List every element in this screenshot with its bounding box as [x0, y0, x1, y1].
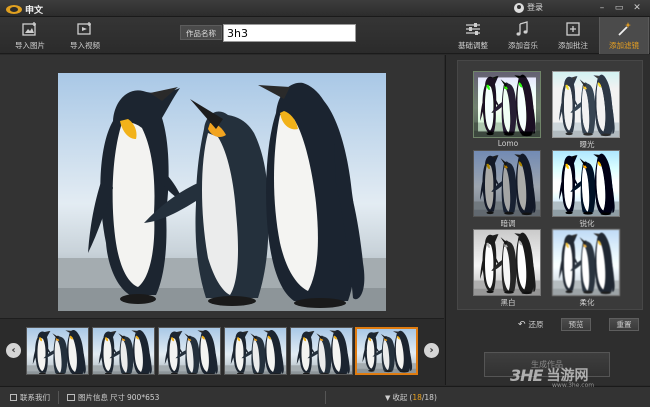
- collapse-label: 收起: [392, 393, 408, 402]
- image-info: 图片信息 尺寸 900*653: [67, 392, 159, 403]
- filter-label: 柔化: [579, 298, 595, 307]
- import-video-button[interactable]: 导入视频: [60, 17, 110, 54]
- tab-basic-adjust[interactable]: 基础调整: [448, 17, 498, 54]
- contact-label: 联系我们: [20, 393, 50, 402]
- app-logo: 申文: [6, 3, 43, 16]
- contact-us-link[interactable]: 联系我们: [10, 392, 50, 403]
- reset-button[interactable]: 重置: [609, 318, 639, 331]
- image-info-label: 图片信息: [78, 393, 108, 402]
- tab-add-music[interactable]: 添加音乐: [498, 17, 548, 54]
- main-photo: [58, 73, 386, 311]
- logo-icon: [6, 5, 22, 14]
- maximize-button[interactable]: ▭: [613, 2, 625, 14]
- filmstrip-thumb[interactable]: [158, 327, 221, 375]
- contact-icon: [10, 394, 17, 401]
- divider: [325, 391, 326, 404]
- import-video-label: 导入视频: [70, 41, 100, 50]
- filmstrip-thumb[interactable]: [290, 327, 353, 375]
- chevron-down-icon: ▼: [385, 393, 391, 402]
- filmstrip-thumb[interactable]: [26, 327, 89, 375]
- filmstrip-thumb[interactable]: [224, 327, 287, 375]
- filter-grid: Lomo 曝光 暗调 锐化 黑白 柔化: [457, 60, 643, 310]
- current-count: 18: [412, 393, 422, 402]
- filter-bw[interactable]: 黑白: [473, 229, 543, 308]
- watermark: 3HE 当游网 www.3he.com: [510, 365, 594, 390]
- restore-button[interactable]: ↶ 还原: [518, 319, 544, 330]
- filter-dark[interactable]: 暗调: [473, 150, 543, 229]
- magic-wand-icon: [618, 22, 631, 36]
- minimize-button[interactable]: –: [596, 2, 608, 14]
- login-label: 登录: [527, 3, 543, 12]
- annotation-icon: [566, 22, 580, 36]
- prev-arrow-button[interactable]: ‹: [6, 343, 21, 358]
- tab-add-annotation-label: 添加批注: [558, 41, 588, 50]
- app-name: 申文: [25, 6, 44, 16]
- work-name-input[interactable]: [223, 24, 356, 42]
- filter-bw-thumb: [473, 229, 541, 296]
- user-icon: [514, 2, 524, 13]
- login-button[interactable]: 登录: [514, 2, 543, 13]
- image-info-icon: [67, 394, 75, 401]
- size-value: 900*653: [127, 393, 160, 402]
- title-bar: 申文 登录 – ▭ ✕: [0, 0, 650, 17]
- collapse-toggle[interactable]: ▼ 收起 ( 18 /18 ): [385, 392, 437, 403]
- filter-label: Lomo: [497, 139, 519, 148]
- filter-dark-thumb: [473, 150, 541, 217]
- filter-label: 曝光: [579, 140, 595, 149]
- filter-panel: Lomo 曝光 暗调 锐化 黑白 柔化: [445, 55, 650, 385]
- tab-add-filter-label: 添加滤镜: [609, 41, 639, 50]
- preview-canvas: [0, 55, 444, 318]
- filter-lomo[interactable]: Lomo: [473, 71, 543, 148]
- watermark-url: www.3he.com: [552, 382, 595, 389]
- restore-label: 还原: [528, 320, 544, 329]
- import-image-button[interactable]: 导入图片: [5, 17, 55, 54]
- chevron-left-icon: ‹: [11, 345, 16, 356]
- filter-exposure[interactable]: 曝光: [552, 71, 622, 150]
- import-video-icon: [77, 22, 91, 35]
- tab-add-annotation[interactable]: 添加批注: [548, 17, 598, 54]
- filter-sharpen-thumb: [552, 150, 620, 217]
- work-name-label: 作品名称: [180, 25, 222, 40]
- total-count: /18: [421, 393, 434, 402]
- close-button[interactable]: ✕: [631, 2, 643, 14]
- divider: [58, 391, 59, 404]
- tab-add-music-label: 添加音乐: [508, 41, 538, 50]
- filter-sharpen[interactable]: 锐化: [552, 150, 622, 229]
- chevron-right-icon: ›: [429, 345, 434, 356]
- watermark-logo: 3HE: [510, 365, 543, 385]
- next-arrow-button[interactable]: ›: [424, 343, 439, 358]
- filter-label: 暗调: [500, 219, 516, 228]
- filter-soft[interactable]: 柔化: [552, 229, 622, 308]
- import-image-label: 导入图片: [15, 41, 45, 50]
- import-image-icon: [22, 22, 36, 36]
- filter-exposure-thumb: [552, 71, 620, 138]
- filter-label: 黑白: [500, 298, 516, 307]
- tab-basic-adjust-label: 基础调整: [458, 41, 488, 50]
- filter-lomo-thumb: [473, 71, 541, 138]
- filter-label: 锐化: [579, 219, 595, 228]
- filter-soft-thumb: [552, 229, 620, 296]
- sliders-icon: [466, 23, 480, 35]
- filmstrip-thumb[interactable]: [92, 327, 155, 375]
- music-icon: [516, 21, 528, 36]
- status-bar: 联系我们 图片信息 尺寸 900*653 ▼ 收起 ( 18 /18 ): [0, 386, 650, 407]
- filmstrip-thumb-selected[interactable]: [355, 327, 418, 375]
- undo-icon: ↶: [518, 319, 526, 330]
- preview-button[interactable]: 预览: [561, 318, 591, 331]
- tab-add-filter[interactable]: 添加滤镜: [599, 17, 649, 54]
- size-label: 尺寸: [110, 393, 125, 402]
